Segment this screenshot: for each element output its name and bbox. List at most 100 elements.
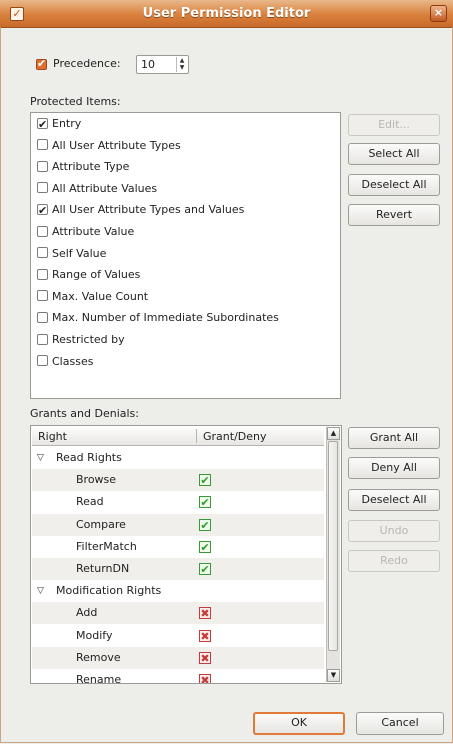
grants-table[interactable]: Right Grant/Deny ▽ Read Rights Browse ✔ Read… — [30, 425, 342, 684]
grant-check-icon[interactable]: ✔ — [199, 474, 211, 487]
right-row[interactable]: Modify ✖ — [32, 625, 324, 647]
undo-button[interactable]: Undo — [348, 520, 440, 542]
right-row[interactable]: Rename ✖ — [32, 669, 324, 684]
scroll-thumb[interactable] — [328, 441, 338, 651]
protected-item[interactable]: Classes — [37, 353, 93, 371]
ok-button[interactable]: OK — [253, 712, 345, 735]
protected-item[interactable]: Range of Values — [37, 266, 140, 284]
grants-table-header: Right Grant/Deny — [32, 427, 324, 446]
grant-all-button[interactable]: Grant All — [348, 427, 440, 449]
deny-x-icon[interactable]: ✖ — [199, 651, 211, 664]
right-row[interactable]: Browse ✔ — [32, 469, 324, 492]
title-bar[interactable]: ✓ User Permission Editor × — [0, 0, 453, 28]
precedence-label: Precedence: — [53, 57, 121, 70]
scroll-up-icon[interactable]: ▲ — [327, 427, 340, 440]
right-label: ReturnDN — [76, 562, 130, 575]
right-label: Read — [76, 495, 104, 509]
grant-check-icon[interactable]: ✔ — [199, 540, 211, 553]
protected-item-label: Classes — [52, 354, 94, 368]
spinner-arrows-icon[interactable]: ▲ ▼ — [176, 57, 187, 72]
cancel-button[interactable]: Cancel — [356, 712, 444, 735]
right-row[interactable]: FilterMatch ✔ — [32, 536, 324, 558]
select-all-button[interactable]: Select All — [348, 143, 440, 165]
rights-group-label: Read Rights — [56, 451, 122, 464]
protected-item-label: Max. Value Count — [52, 289, 149, 303]
protected-item-label: All Attribute Values — [52, 181, 158, 195]
protected-item-checkbox[interactable] — [37, 182, 48, 194]
deny-all-button[interactable]: Deny All — [348, 457, 440, 479]
protected-item[interactable]: All Attribute Values — [37, 180, 157, 198]
protected-item-label: Max. Number of Immediate Subordinates — [52, 311, 279, 325]
protected-item-checkbox[interactable] — [37, 139, 48, 151]
protected-item-label: Attribute Value — [52, 225, 135, 238]
right-row[interactable]: Compare ✔ — [32, 513, 324, 536]
right-row[interactable]: ReturnDN ✔ — [32, 558, 324, 580]
right-label: Rename — [76, 673, 122, 684]
column-right[interactable]: Right — [38, 430, 67, 443]
protected-item-label: Self Value — [52, 246, 107, 260]
right-label: Remove — [76, 650, 121, 664]
protected-item[interactable]: Attribute Value — [37, 223, 134, 241]
protected-item-label: Restricted by — [52, 333, 125, 346]
protected-item-label: All User Attribute Types — [52, 138, 181, 152]
protected-item[interactable]: Self Value — [37, 245, 106, 263]
deselect-all-button[interactable]: Deselect All — [348, 174, 440, 196]
expander-icon[interactable]: ▽ — [37, 580, 44, 602]
protected-items-label: Protected Items: — [30, 95, 121, 108]
column-grant-deny[interactable]: Grant/Deny — [203, 430, 267, 443]
right-row[interactable]: Remove ✖ — [32, 646, 324, 669]
grants-label: Grants and Denials: — [30, 407, 139, 420]
protected-item-checkbox[interactable] — [37, 268, 48, 280]
protected-item-checkbox[interactable] — [37, 225, 48, 237]
protected-item[interactable]: Restricted by — [37, 331, 125, 349]
edit-button[interactable]: Edit... — [348, 114, 440, 136]
redo-button[interactable]: Redo — [348, 550, 440, 572]
protected-item[interactable]: Max. Number of Immediate Subordinates — [37, 309, 279, 327]
grants-deselect-all-button[interactable]: Deselect All — [348, 489, 440, 511]
right-label: Add — [76, 606, 98, 620]
right-label: FilterMatch — [76, 539, 137, 553]
protected-item-checkbox[interactable] — [37, 290, 48, 302]
rights-group-row[interactable]: ▽ Modification Rights — [32, 580, 324, 602]
precedence-value[interactable]: 10 — [141, 58, 155, 71]
protected-item-checkbox[interactable] — [37, 311, 48, 323]
right-row[interactable]: Add ✖ — [32, 602, 324, 625]
grant-check-icon[interactable]: ✔ — [199, 496, 211, 509]
window-title: User Permission Editor — [142, 6, 311, 21]
right-label: Modify — [76, 628, 113, 642]
protected-items-list[interactable]: Entry All User Attribute Types Attribute T… — [30, 112, 341, 399]
protected-item-checkbox[interactable] — [37, 160, 48, 172]
close-button[interactable]: × — [430, 5, 447, 22]
rights-group-label: Modification Rights — [56, 584, 162, 598]
protected-item[interactable]: Entry — [37, 115, 82, 134]
precedence-checkbox[interactable] — [36, 57, 47, 70]
column-separator — [196, 429, 197, 443]
protected-item[interactable]: Attribute Type — [37, 158, 129, 176]
protected-item[interactable]: All User Attribute Types and Values — [37, 201, 245, 220]
deny-x-icon[interactable]: ✖ — [199, 607, 211, 620]
grant-check-icon[interactable]: ✔ — [199, 563, 211, 575]
rights-group-row[interactable]: ▽ Read Rights — [32, 447, 324, 469]
right-label: Browse — [76, 473, 117, 487]
protected-item[interactable]: Max. Value Count — [37, 288, 148, 306]
protected-item-checkbox[interactable] — [37, 355, 48, 367]
protected-item[interactable]: All User Attribute Types — [37, 137, 181, 155]
protected-item-label: Attribute Type — [52, 160, 130, 174]
grant-check-icon[interactable]: ✔ — [199, 518, 211, 531]
revert-button[interactable]: Revert — [348, 204, 440, 226]
expander-icon[interactable]: ▽ — [37, 447, 44, 469]
deny-x-icon[interactable]: ✖ — [199, 629, 211, 642]
precedence-spinner[interactable]: 10 ▲ ▼ — [136, 55, 189, 74]
right-label: Compare — [76, 517, 126, 531]
protected-item-label: Entry — [52, 117, 82, 130]
scroll-down-icon[interactable]: ▼ — [327, 669, 340, 682]
protected-item-checkbox[interactable] — [37, 333, 48, 345]
protected-item-checkbox[interactable] — [37, 202, 48, 220]
protected-item-checkbox[interactable] — [37, 247, 48, 259]
protected-item-label: All User Attribute Types and Values — [52, 203, 245, 217]
protected-item-label: Range of Values — [52, 268, 141, 282]
right-row[interactable]: Read ✔ — [32, 491, 324, 513]
grants-scrollbar[interactable]: ▲ ▼ — [326, 427, 340, 682]
deny-x-icon[interactable]: ✖ — [199, 674, 211, 683]
protected-item-checkbox[interactable] — [37, 116, 48, 134]
